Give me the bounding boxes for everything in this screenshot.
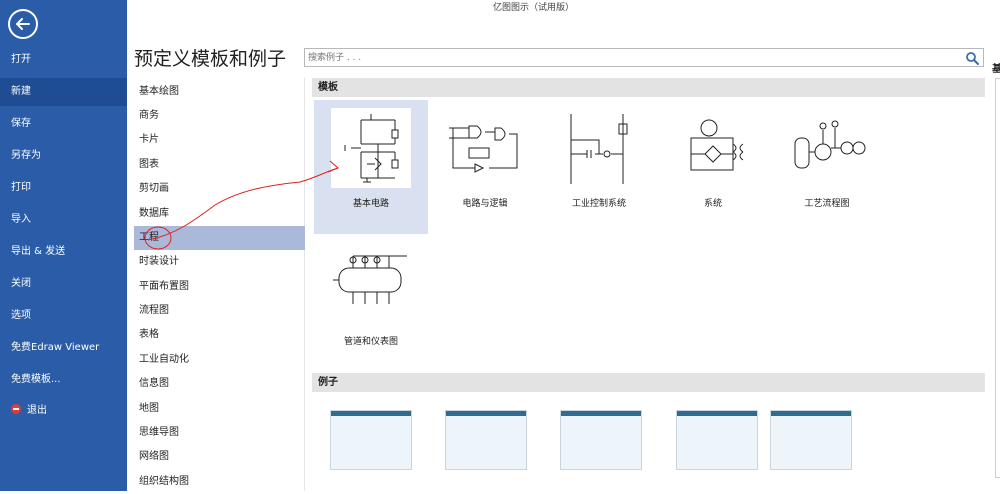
category-item[interactable]: 思维导图 [134, 421, 305, 445]
industrial-control-thumbnail [559, 108, 639, 188]
category-item[interactable]: 流程图 [134, 299, 305, 323]
search-icon[interactable] [965, 51, 979, 65]
window-title: 亿图图示（试用版） [492, 3, 574, 13]
template-circuit-logic[interactable]: 电路与逻辑 [428, 100, 542, 234]
category-item[interactable]: 信息图 [134, 372, 305, 396]
sidebar-item-import[interactable]: 导入 [0, 206, 127, 234]
template-label: 基本电路 [352, 199, 389, 209]
category-item[interactable]: 地图 [134, 397, 305, 421]
sidebar-item-options[interactable]: 选项 [0, 302, 127, 330]
basic-circuit-thumbnail [331, 108, 411, 188]
search-input[interactable] [308, 50, 948, 65]
example-header-band [771, 411, 851, 416]
template-gallery: 模板 基本电路 电路与逻辑 工业控制系统 系统 工艺流程图 管道和仪表图 例子 [312, 78, 985, 491]
preview-panel: 基 [992, 60, 1000, 491]
sidebar-item-export-send[interactable]: 导出 & 发送 [0, 238, 127, 266]
example-header-band [561, 411, 641, 416]
category-item[interactable]: 表格 [134, 323, 305, 347]
sidebar-item-save[interactable]: 保存 [0, 110, 127, 138]
template-label: 系统 [703, 199, 722, 209]
category-item[interactable]: 组织结构图 [134, 470, 305, 494]
category-item-engineering[interactable]: 工程 [134, 226, 305, 250]
template-basic-circuit[interactable]: 基本电路 [314, 100, 428, 234]
preview-box [995, 78, 1000, 478]
category-item[interactable]: 工业自动化 [134, 348, 305, 372]
category-item[interactable]: 图表 [134, 153, 305, 177]
category-item[interactable]: 基本绘图 [134, 80, 305, 104]
preview-panel-title: 基 [992, 64, 1000, 75]
search-box[interactable] [304, 48, 984, 67]
category-item[interactable]: 平面布置图 [134, 275, 305, 299]
process-flow-thumbnail [787, 108, 867, 188]
example-header-band [677, 411, 757, 416]
exit-icon [11, 404, 21, 414]
back-button[interactable] [8, 9, 38, 39]
example-thumbnail[interactable] [330, 410, 412, 470]
sidebar-item-open[interactable]: 打开 [0, 46, 127, 74]
template-process-flow[interactable]: 工艺流程图 [770, 100, 884, 234]
page-title: 预定义模板和例子 [134, 48, 287, 70]
category-list: 基本绘图 商务 卡片 图表 剪切画 数据库 工程 时装设计 平面布置图 流程图 … [134, 78, 305, 491]
category-item[interactable]: 时装设计 [134, 250, 305, 274]
example-thumbnail[interactable] [560, 410, 642, 470]
sidebar-item-free-viewer[interactable]: 免费Edraw Viewer [0, 334, 127, 362]
sidebar-item-exit[interactable]: 退出 [0, 397, 127, 425]
template-label: 工业控制系统 [571, 199, 626, 209]
sidebar-item-save-as[interactable]: 另存为 [0, 142, 127, 170]
sidebar-item-print[interactable]: 打印 [0, 174, 127, 202]
system-thumbnail [673, 108, 753, 188]
example-thumbnail[interactable] [770, 410, 852, 470]
template-industrial-control[interactable]: 工业控制系统 [542, 100, 656, 234]
category-item[interactable]: 数据库 [134, 202, 305, 226]
templates-section-header: 模板 [312, 78, 985, 97]
sidebar-item-free-templates[interactable]: 免费模板... [0, 366, 127, 394]
example-header-band [331, 411, 411, 416]
template-label: 工艺流程图 [804, 199, 850, 209]
category-item[interactable]: 商务 [134, 104, 305, 128]
example-thumbnail[interactable] [676, 410, 758, 470]
piping-instrument-thumbnail [331, 246, 411, 326]
template-label: 管道和仪表图 [343, 337, 398, 347]
template-piping-instrument[interactable]: 管道和仪表图 [314, 238, 428, 372]
example-header-band [446, 411, 526, 416]
sidebar-item-exit-label: 退出 [27, 405, 47, 416]
category-item[interactable]: 卡片 [134, 128, 305, 152]
template-system[interactable]: 系统 [656, 100, 770, 234]
category-item[interactable]: 网络图 [134, 445, 305, 469]
examples-section-header: 例子 [312, 373, 985, 392]
circuit-logic-thumbnail [445, 108, 525, 188]
sidebar-item-close[interactable]: 关闭 [0, 270, 127, 298]
sidebar-item-new[interactable]: 新建 [0, 78, 127, 106]
example-thumbnail[interactable] [445, 410, 527, 470]
backstage-sidebar: 打开 新建 保存 另存为 打印 导入 导出 & 发送 关闭 选项 免费Edraw… [0, 0, 127, 491]
category-item[interactable]: 剪切画 [134, 177, 305, 201]
template-label: 电路与逻辑 [462, 199, 508, 209]
arrow-left-icon [16, 18, 30, 30]
